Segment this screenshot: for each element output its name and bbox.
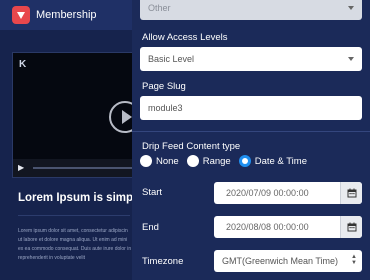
radio-none[interactable]: None	[140, 155, 179, 167]
page-slug-value: module3	[148, 103, 183, 113]
start-label: Start	[142, 187, 163, 198]
brand-name: Membership	[36, 9, 97, 21]
lesson-body-line: Lorem ipsum dolor sit amet, consectetur …	[18, 228, 128, 234]
start-date-input[interactable]: 2020/07/09 00:00:00	[214, 182, 362, 204]
end-label: End	[142, 222, 159, 233]
lesson-body-line: ut labore et dolore magna aliqua. Ut eni…	[18, 237, 128, 243]
chevron-down-icon	[348, 57, 354, 61]
access-levels-value: Basic Level	[148, 54, 195, 64]
radio-range[interactable]: Range	[186, 155, 231, 167]
chevron-down-icon	[348, 6, 354, 10]
calendar-icon[interactable]	[340, 182, 362, 204]
top-select-value: Other	[148, 3, 171, 13]
drip-feed-radio-group: None Range Date & Time	[140, 155, 315, 167]
sort-arrows-icon: ▲ ▼	[351, 254, 357, 266]
start-date-value: 2020/07/09 00:00:00	[226, 188, 309, 198]
play-button[interactable]: ▶	[18, 163, 24, 172]
drip-feed-label: Drip Feed Content type	[142, 141, 241, 152]
section-divider	[132, 131, 370, 132]
radio-none-dot[interactable]	[140, 155, 152, 167]
end-date-input[interactable]: 2020/08/08 00:00:00	[214, 216, 362, 238]
calendar-icon[interactable]	[340, 216, 362, 238]
end-date-value: 2020/08/08 00:00:00	[226, 222, 309, 232]
radio-date-time[interactable]: Date & Time	[238, 155, 307, 167]
top-select[interactable]: Other	[140, 0, 362, 20]
video-logo-icon: K	[19, 59, 27, 70]
radio-range-dot[interactable]	[186, 155, 199, 167]
timezone-value: GMT(Greenwich Mean Time)	[222, 256, 339, 266]
lesson-divider	[18, 215, 130, 216]
access-levels-label: Allow Access Levels	[142, 32, 228, 43]
radio-date-time-dot[interactable]	[238, 155, 251, 167]
timezone-select[interactable]: GMT(Greenwich Mean Time) ▲ ▼	[214, 250, 362, 272]
radio-none-label: None	[156, 155, 179, 167]
settings-panel: Other Allow Access Levels Basic Level Pa…	[132, 0, 370, 280]
logo-icon	[12, 6, 30, 24]
page-slug-input[interactable]: module3	[140, 96, 362, 120]
lesson-body-line: ex ea commodo consequat. Duis aute irure…	[18, 246, 132, 252]
timezone-label: Timezone	[142, 256, 184, 267]
radio-range-label: Range	[202, 155, 231, 167]
page-slug-label: Page Slug	[142, 81, 186, 92]
access-levels-select[interactable]: Basic Level	[140, 47, 362, 71]
lesson-body-line: reprehenderit in voluptate velit	[18, 255, 85, 261]
lesson-body: Lorem ipsum dolor sit amet, consectetur …	[18, 227, 132, 263]
radio-date-time-label: Date & Time	[254, 155, 307, 167]
